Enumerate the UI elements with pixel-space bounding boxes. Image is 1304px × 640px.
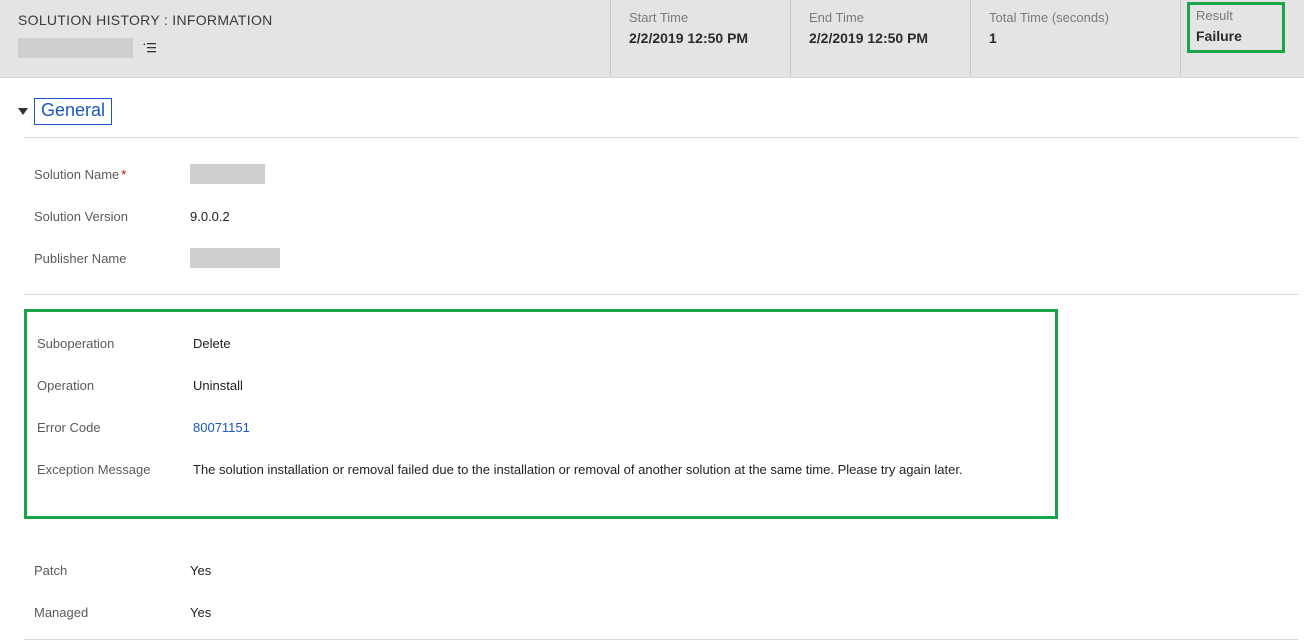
section-title: General — [34, 98, 112, 125]
total-time-cell: Total Time (seconds) 1 — [970, 0, 1180, 77]
label-publisher-name: Publisher Name — [34, 251, 190, 266]
row-operation: Operation Uninstall — [37, 364, 1045, 406]
total-time-value: 1 — [989, 30, 1162, 46]
value-operation: Uninstall — [193, 378, 243, 393]
label-solution-version: Solution Version — [34, 209, 190, 224]
value-solution-version: 9.0.0.2 — [190, 209, 230, 224]
row-publisher-name: Publisher Name — [34, 237, 1288, 279]
value-patch: Yes — [190, 563, 211, 578]
row-exception-message: Exception Message The solution installat… — [37, 448, 1045, 490]
list-icon[interactable] — [143, 41, 157, 57]
total-time-label: Total Time (seconds) — [989, 10, 1162, 25]
value-exception-message: The solution installation or removal fai… — [193, 462, 963, 477]
value-error-code[interactable]: 80071151 — [193, 420, 250, 435]
end-time-label: End Time — [809, 10, 952, 25]
result-label: Result — [1196, 8, 1242, 23]
label-solution-name: Solution Name* — [34, 167, 190, 182]
record-selector-row — [18, 38, 592, 58]
page-header: SOLUTION HISTORY : INFORMATION Start Tim… — [0, 0, 1304, 78]
row-solution-name: Solution Name* — [34, 153, 1288, 195]
row-patch: Patch Yes — [34, 549, 1288, 591]
result-highlight: Result Failure — [1187, 2, 1285, 53]
row-solution-version: Solution Version 9.0.0.2 — [34, 195, 1288, 237]
label-operation: Operation — [37, 378, 193, 393]
label-error-code: Error Code — [37, 420, 193, 435]
record-name-redacted — [18, 38, 133, 58]
label-suboperation: Suboperation — [37, 336, 193, 351]
value-suboperation: Delete — [193, 336, 231, 351]
label-patch: Patch — [34, 563, 190, 578]
general-panel: Solution Name* Solution Version 9.0.0.2 … — [24, 137, 1298, 295]
end-time-value: 2/2/2019 12:50 PM — [809, 30, 952, 46]
value-managed: Yes — [190, 605, 211, 620]
value-solution-name — [190, 164, 265, 184]
label-solution-name-text: Solution Name — [34, 167, 119, 182]
row-managed: Managed Yes — [34, 591, 1288, 633]
end-time-cell: End Time 2/2/2019 12:50 PM — [790, 0, 970, 77]
value-solution-name-redacted — [190, 164, 265, 184]
extra-panel: Patch Yes Managed Yes — [24, 531, 1298, 640]
details-highlight-panel: Suboperation Delete Operation Uninstall … — [24, 309, 1058, 519]
label-exception-message: Exception Message — [37, 462, 193, 477]
row-error-code: Error Code 80071151 — [37, 406, 1045, 448]
value-publisher-name — [190, 248, 280, 268]
start-time-cell: Start Time 2/2/2019 12:50 PM — [610, 0, 790, 77]
value-publisher-name-redacted — [190, 248, 280, 268]
collapse-caret-icon — [18, 108, 28, 115]
start-time-value: 2/2/2019 12:50 PM — [629, 30, 772, 46]
section-header[interactable]: General — [18, 98, 1298, 125]
header-left: SOLUTION HISTORY : INFORMATION — [0, 0, 610, 77]
content-area: General Solution Name* Solution Version … — [0, 78, 1304, 640]
result-cell: Result Failure — [1180, 0, 1295, 77]
result-value: Failure — [1196, 28, 1242, 44]
required-marker: * — [121, 167, 126, 182]
page-title: SOLUTION HISTORY : INFORMATION — [18, 12, 592, 28]
start-time-label: Start Time — [629, 10, 772, 25]
label-managed: Managed — [34, 605, 190, 620]
header-stats: Start Time 2/2/2019 12:50 PM End Time 2/… — [610, 0, 1304, 77]
row-suboperation: Suboperation Delete — [37, 322, 1045, 364]
